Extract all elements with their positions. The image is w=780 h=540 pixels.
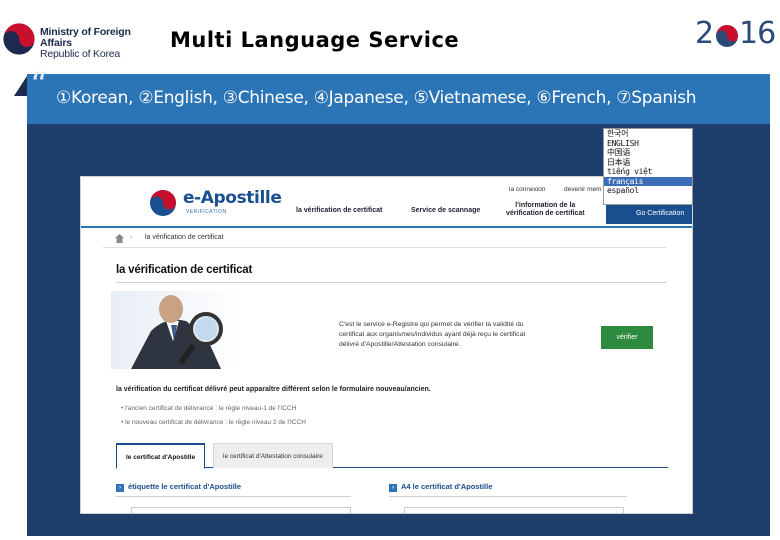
taegeuk-logo-icon <box>150 190 176 216</box>
verify-button[interactable]: vérifier <box>601 326 653 349</box>
lang-option-korean[interactable]: 한국어 <box>604 129 692 139</box>
home-icon[interactable] <box>115 234 124 243</box>
bullet-old-certificate: • l'ancien certificat de délivrance : le… <box>121 405 297 412</box>
breadcrumb: › la vérification de certificat <box>103 234 683 246</box>
tab-consular-attestation[interactable]: le certificat d'Attestation consulaire <box>213 443 333 468</box>
section-apostille-label: › étiquette le certificat d'Apostille <box>116 482 241 492</box>
slide-title: Multi Language Service <box>170 28 460 52</box>
page-heading: la vérification de certificat <box>116 264 253 276</box>
site-logo-subtitle: VERIFICATION <box>186 209 227 215</box>
lang-option-japanese[interactable]: 日本语 <box>604 158 692 168</box>
svg-text:“: “ <box>30 70 47 96</box>
chevron-right-icon: › <box>130 234 133 241</box>
lang-option-chinese[interactable]: 中国语 <box>604 148 692 158</box>
go-certification-button[interactable]: Go Certification <box>606 204 692 224</box>
breadcrumb-current[interactable]: la vérification de certificat <box>145 234 224 241</box>
nav-verification-info[interactable]: l'information de la vérification de cert… <box>506 202 585 218</box>
lang-option-french[interactable]: français <box>604 176 692 186</box>
language-list-text: ①Korean, ②English, ③Chinese, ④Japanese, … <box>56 88 697 108</box>
service-description: C'est le service e-Registre qui permet d… <box>339 321 526 348</box>
form-notice: la vérification du certificat délivré pe… <box>116 386 431 393</box>
site-header: e-Apostille VERIFICATION la connexion de… <box>81 177 692 227</box>
heading-divider <box>116 282 666 283</box>
arrow-right-icon: › <box>389 484 397 492</box>
language-dropdown[interactable]: 한국어 ENGLISH 中国语 日本语 tiếng việt français … <box>603 128 693 205</box>
apostille-label-field[interactable] <box>131 507 351 513</box>
mofa-line1: Ministry of Foreign Affairs <box>40 26 131 49</box>
year-2016-logo: 2 16 <box>693 16 776 52</box>
eapostille-webpage: e-Apostille VERIFICATION la connexion de… <box>80 176 693 514</box>
lang-option-spanish[interactable]: español <box>604 186 692 196</box>
slide-header: Ministry of Foreign Affairs Republic of … <box>0 0 780 74</box>
arrow-right-icon: › <box>116 484 124 492</box>
banner-accent-icon <box>14 76 27 96</box>
lang-option-vietnamese[interactable]: tiếng việt <box>604 167 692 177</box>
certificate-tabs: le certificat d'Apostille le certificat … <box>116 443 668 469</box>
section-divider-right <box>389 496 627 497</box>
tab-apostille[interactable]: le certificat d'Apostille <box>116 443 206 469</box>
header-divider <box>81 226 692 228</box>
section-apostille-label-text: étiquette le certificat d'Apostille <box>128 482 242 491</box>
nav-info-line1: l'information de la <box>515 202 576 209</box>
site-logo-title: e-Apostille <box>183 188 282 208</box>
businessman-magnifier-icon <box>111 291 331 369</box>
year-digits-16: 16 <box>739 16 776 51</box>
magnifier-hero-image <box>111 291 331 369</box>
mofa-name: Ministry of Foreign Affairs Republic of … <box>40 27 152 60</box>
breadcrumb-divider <box>103 247 666 248</box>
a4-apostille-field[interactable] <box>404 507 624 513</box>
login-link[interactable]: la connexion <box>509 186 546 193</box>
bullet-new-certificate: • le nouveau certificat de délivrance : … <box>121 419 306 426</box>
section-a4-text: A4 le certificat d'Apostille <box>401 482 493 491</box>
signup-link[interactable]: devenir mem <box>564 186 602 193</box>
section-a4-apostille: › A4 le certificat d'Apostille <box>389 482 492 492</box>
mofa-line2: Republic of Korea <box>40 48 121 60</box>
lang-option-english[interactable]: ENGLISH <box>604 139 692 149</box>
section-divider-left <box>116 496 351 497</box>
taegeuk-emblem-icon <box>2 22 36 56</box>
taegeuk-zero-icon <box>716 25 738 47</box>
nav-info-line2: vérification de certificat <box>506 210 585 217</box>
nav-scan-service[interactable]: Service de scannage <box>411 207 480 215</box>
quote-mark-icon: “ <box>30 70 47 96</box>
nav-verification[interactable]: la vérification de certificat <box>296 207 382 215</box>
mofa-logo: Ministry of Foreign Affairs Republic of … <box>2 22 152 60</box>
eapostille-logo[interactable]: e-Apostille VERIFICATION <box>149 187 289 221</box>
year-digit-2: 2 <box>695 16 715 51</box>
